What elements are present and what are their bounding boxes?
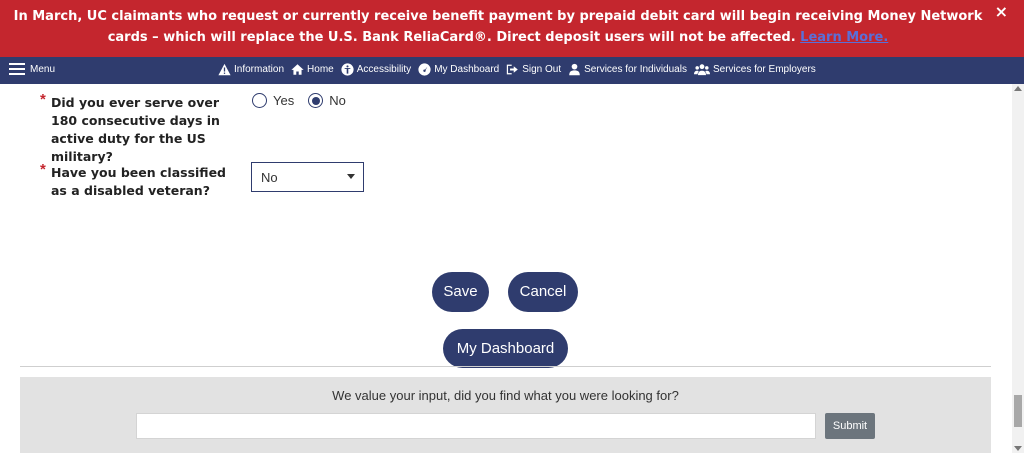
scroll-down-arrow-icon[interactable] <box>1014 446 1022 451</box>
sign-out-icon <box>507 64 518 75</box>
my-dashboard-button[interactable]: My Dashboard <box>443 329 568 368</box>
save-button[interactable]: Save <box>432 272 489 312</box>
dashboard-gauge-icon <box>418 63 431 76</box>
feedback-input[interactable] <box>136 413 816 439</box>
divider <box>20 366 991 367</box>
alert-banner: In March, UC claimants who request or cu… <box>0 0 1024 57</box>
radio-no[interactable] <box>308 93 324 108</box>
nav-home[interactable]: Home <box>291 63 334 76</box>
cancel-button[interactable]: Cancel <box>508 272 578 312</box>
nav-links: Information Home Accessibility My Dashbo… <box>218 63 816 76</box>
menu-button[interactable]: Menu <box>9 63 55 75</box>
nav-dashboard-label: My Dashboard <box>434 64 500 75</box>
learn-more-link[interactable]: Learn More. <box>800 30 888 45</box>
scroll-up-arrow-icon[interactable] <box>1014 86 1022 91</box>
disabled-veteran-label: Have you been classified as a disabled v… <box>51 165 226 198</box>
nav-sign-out[interactable]: Sign Out <box>506 63 561 76</box>
nav-sign-out-label: Sign Out <box>522 64 562 75</box>
scroll-thumb[interactable] <box>1014 395 1022 427</box>
required-mark: * <box>40 161 46 178</box>
radio-yes-label[interactable]: Yes <box>273 93 294 108</box>
military-service-radio-group: Yes No <box>252 93 354 108</box>
nav-services-individuals-label: Services for Individuals <box>584 64 687 75</box>
feedback-section: We value your input, did you find what y… <box>20 377 991 453</box>
nav-services-individuals[interactable]: Services for Individuals <box>568 63 687 76</box>
nav-dashboard[interactable]: My Dashboard <box>418 63 499 76</box>
warning-icon <box>218 63 231 76</box>
submit-button[interactable]: Submit <box>825 413 875 439</box>
page-scrollbar[interactable] <box>1012 84 1024 453</box>
nav-services-employers-label: Services for Employers <box>712 64 816 75</box>
disabled-veteran-select-value: No <box>261 170 278 185</box>
user-icon <box>569 63 580 76</box>
home-icon <box>291 64 304 75</box>
nav-accessibility-label: Accessibility <box>356 64 412 75</box>
users-group-icon <box>693 64 710 76</box>
feedback-prompt: We value your input, did you find what y… <box>332 388 679 403</box>
nav-accessibility[interactable]: Accessibility <box>341 63 411 76</box>
required-mark: * <box>40 91 46 108</box>
close-icon[interactable]: × <box>995 4 1008 20</box>
nav-information[interactable]: Information <box>218 63 284 76</box>
main-content: * Did you ever serve over 180 consecutiv… <box>20 84 991 453</box>
nav-information-label: Information <box>234 64 285 75</box>
top-navbar: Menu Information Home Accessibility My D… <box>0 57 1024 84</box>
radio-yes[interactable] <box>252 93 267 108</box>
military-service-label: Did you ever serve over 180 consecutive … <box>51 95 220 164</box>
hamburger-icon <box>9 63 25 75</box>
chevron-down-icon <box>347 174 355 179</box>
accessibility-icon <box>341 63 354 76</box>
radio-no-label[interactable]: No <box>329 93 346 108</box>
nav-services-employers[interactable]: Services for Employers <box>693 63 816 76</box>
disabled-veteran-select[interactable]: No <box>251 162 364 192</box>
menu-label: Menu <box>30 63 56 75</box>
nav-home-label: Home <box>307 64 334 75</box>
